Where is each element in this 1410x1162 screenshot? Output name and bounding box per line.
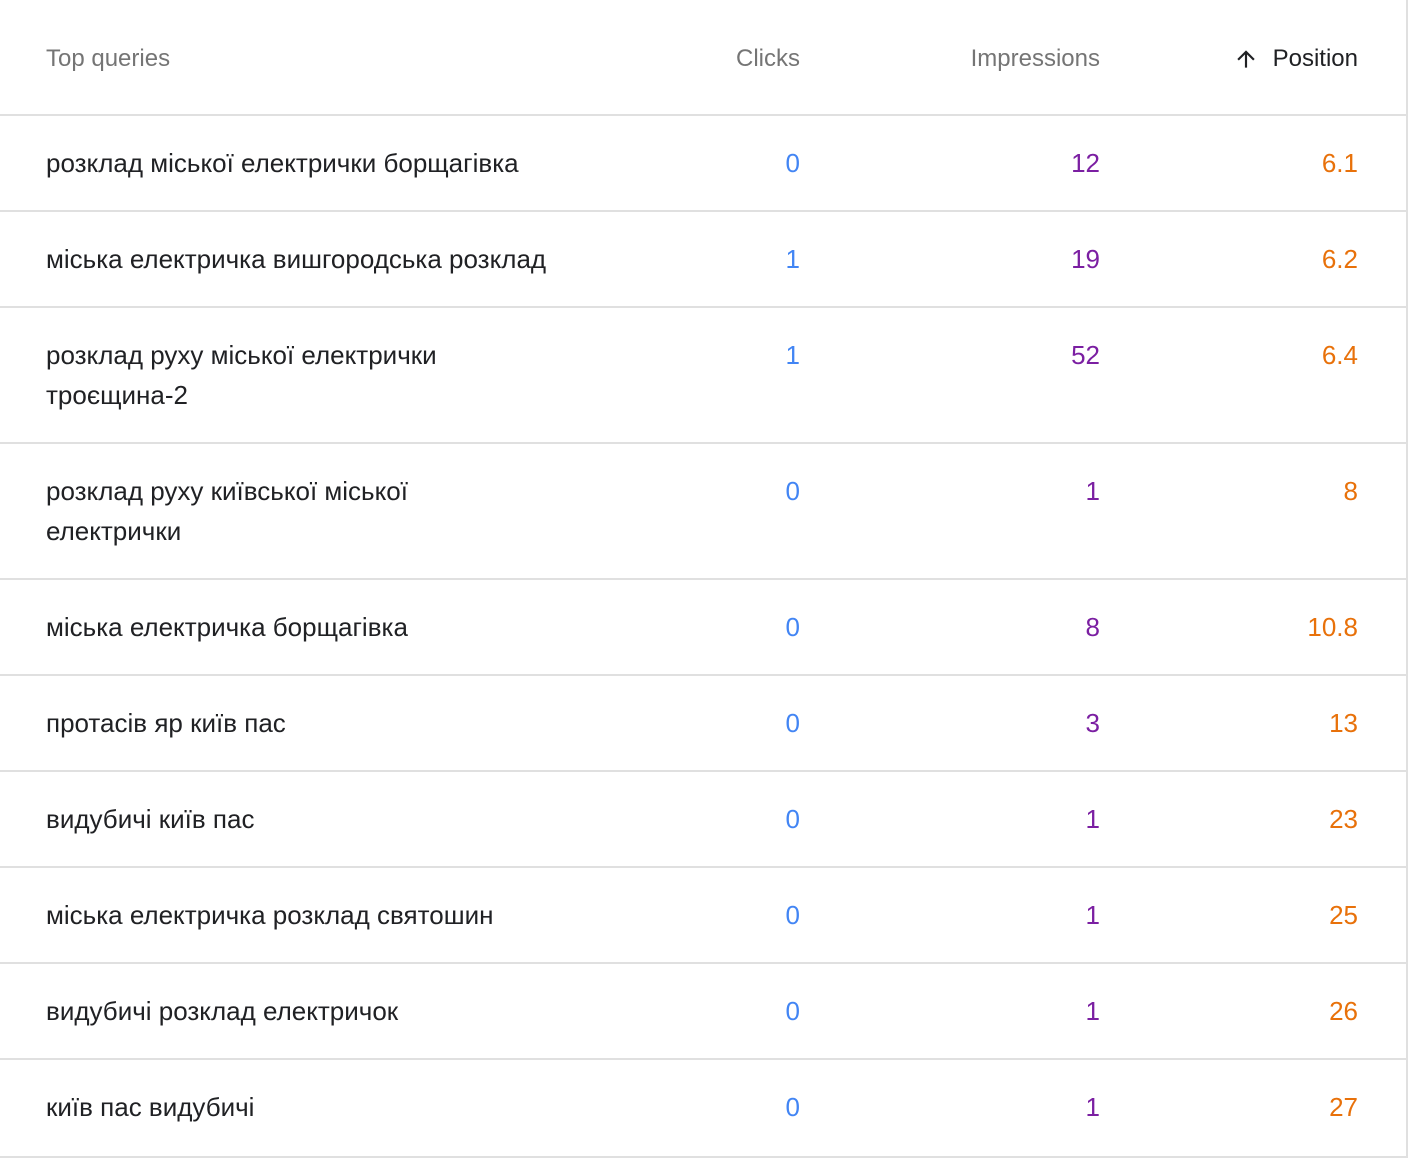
column-header-clicks[interactable]: Clicks bbox=[736, 44, 800, 74]
impressions-cell: 1 bbox=[1085, 1092, 1100, 1122]
table-header: Top queries Clicks Impressions Position bbox=[0, 0, 1406, 116]
position-cell: 6.1 bbox=[1321, 148, 1358, 178]
arrow-up-icon bbox=[1233, 46, 1259, 72]
clicks-cell: 1 bbox=[785, 340, 800, 370]
position-cell: 6.4 bbox=[1321, 340, 1358, 370]
table-row[interactable]: київ пас видубичі 0 1 27 bbox=[0, 1060, 1406, 1154]
impressions-cell: 3 bbox=[1085, 708, 1100, 738]
position-cell: 8 bbox=[1343, 476, 1358, 506]
query-cell: розклад міської електрички борщагівка bbox=[46, 148, 519, 178]
position-cell: 23 bbox=[1329, 804, 1358, 834]
table-row[interactable]: розклад міської електрички борщагівка 0 … bbox=[0, 116, 1406, 212]
position-cell: 27 bbox=[1329, 1092, 1358, 1122]
clicks-cell: 1 bbox=[785, 244, 800, 274]
column-header-impressions[interactable]: Impressions bbox=[971, 44, 1100, 74]
impressions-cell: 1 bbox=[1085, 996, 1100, 1026]
clicks-cell: 0 bbox=[785, 804, 800, 834]
impressions-cell: 1 bbox=[1085, 900, 1100, 930]
table-row[interactable]: міська електричка розклад святошин 0 1 2… bbox=[0, 868, 1406, 964]
impressions-cell: 19 bbox=[1071, 244, 1100, 274]
query-cell: розклад руху міської електрички троєщина… bbox=[46, 340, 437, 410]
impressions-cell: 1 bbox=[1085, 804, 1100, 834]
impressions-cell: 52 bbox=[1071, 340, 1100, 370]
position-cell: 6.2 bbox=[1321, 244, 1358, 274]
query-cell: протасів яр київ пас bbox=[46, 708, 286, 738]
query-cell: київ пас видубичі bbox=[46, 1092, 255, 1122]
position-cell: 10.8 bbox=[1307, 612, 1358, 642]
table-row[interactable]: видубичі київ пас 0 1 23 bbox=[0, 772, 1406, 868]
impressions-cell: 8 bbox=[1085, 612, 1100, 642]
clicks-cell: 0 bbox=[785, 476, 800, 506]
position-cell: 13 bbox=[1329, 708, 1358, 738]
table-row[interactable]: протасів яр київ пас 0 3 13 bbox=[0, 676, 1406, 772]
query-cell: видубичі розклад електричок bbox=[46, 996, 399, 1026]
clicks-cell: 0 bbox=[785, 148, 800, 178]
table-row[interactable]: міська електричка вишгородська розклад 1… bbox=[0, 212, 1406, 308]
top-queries-table: Top queries Clicks Impressions Position … bbox=[0, 0, 1408, 1158]
table-row[interactable]: видубичі розклад електричок 0 1 26 bbox=[0, 964, 1406, 1060]
impressions-cell: 12 bbox=[1071, 148, 1100, 178]
query-cell: розклад руху київської міської електричк… bbox=[46, 476, 408, 546]
query-cell: видубичі київ пас bbox=[46, 804, 255, 834]
query-cell: міська електричка вишгородська розклад bbox=[46, 244, 547, 274]
column-header-top-queries[interactable]: Top queries bbox=[46, 44, 170, 74]
clicks-cell: 0 bbox=[785, 612, 800, 642]
column-header-position[interactable]: Position bbox=[1233, 44, 1358, 74]
clicks-cell: 0 bbox=[785, 996, 800, 1026]
clicks-cell: 0 bbox=[785, 900, 800, 930]
position-label: Position bbox=[1272, 45, 1358, 72]
query-cell: міська електричка борщагівка bbox=[46, 612, 408, 642]
table-row[interactable]: розклад руху міської електрички троєщина… bbox=[0, 308, 1406, 444]
impressions-cell: 1 bbox=[1085, 476, 1100, 506]
query-cell: міська електричка розклад святошин bbox=[46, 900, 494, 930]
table-row[interactable]: міська електричка борщагівка 0 8 10.8 bbox=[0, 580, 1406, 676]
position-cell: 26 bbox=[1329, 996, 1358, 1026]
table-row[interactable]: розклад руху київської міської електричк… bbox=[0, 444, 1406, 580]
position-cell: 25 bbox=[1329, 900, 1358, 930]
clicks-cell: 0 bbox=[785, 1092, 800, 1122]
clicks-cell: 0 bbox=[785, 708, 800, 738]
